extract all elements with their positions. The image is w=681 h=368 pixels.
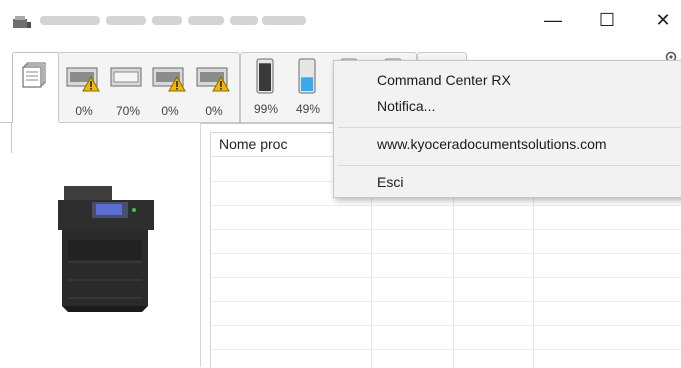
- maximize-icon: ☐: [598, 9, 616, 30]
- tray-3: 0%: [152, 62, 186, 118]
- tray-4-level: 0%: [205, 104, 223, 118]
- paper-tray-icon: [110, 67, 142, 87]
- tab-general[interactable]: [12, 52, 60, 125]
- printer-app-icon: [13, 16, 31, 28]
- tray-4: 0%: [196, 62, 230, 118]
- menu-item-exit[interactable]: Esci: [377, 171, 403, 193]
- toner-cartridge-icon: [256, 58, 274, 94]
- warning-icon: [82, 76, 100, 92]
- window-title-blurred: [40, 12, 340, 26]
- toner-black: 99%: [254, 58, 278, 116]
- toner-cyan: 49%: [296, 58, 320, 116]
- menu-item-website[interactable]: www.kyoceradocumentsolutions.com: [377, 133, 607, 155]
- tray-2-level: 70%: [115, 104, 141, 118]
- tray-2: 70%: [110, 62, 142, 118]
- close-button[interactable]: ✕: [640, 6, 681, 34]
- toner-cyan-level: 49%: [295, 102, 321, 116]
- pages-stack-icon: [22, 62, 46, 88]
- pane-splitter[interactable]: [200, 123, 201, 367]
- tray-1-level: 0%: [75, 104, 93, 118]
- toner-cyan-fill: [301, 77, 313, 91]
- toner-black-level: 99%: [253, 102, 279, 116]
- toner-cartridge-icon: [298, 58, 316, 94]
- menu-separator: [338, 127, 681, 128]
- printer-icon: [58, 186, 154, 312]
- minimize-button[interactable]: —: [530, 6, 576, 34]
- tray-3-level: 0%: [161, 104, 179, 118]
- title-bar[interactable]: — ☐ ✕: [0, 0, 681, 40]
- toner-black-fill: [259, 63, 271, 91]
- minimize-icon: —: [544, 9, 562, 30]
- warning-icon: [212, 76, 230, 92]
- close-icon: ✕: [655, 9, 671, 30]
- menu-item-command-center[interactable]: Command Center RX: [377, 69, 511, 91]
- menu-separator: [338, 165, 681, 166]
- context-menu: Command Center RX Notifica... www.kyocer…: [333, 60, 681, 198]
- tray-1: 0%: [66, 62, 100, 118]
- warning-icon: [168, 76, 186, 92]
- maximize-button[interactable]: ☐: [584, 6, 630, 34]
- menu-item-notifications[interactable]: Notifica...: [377, 95, 435, 117]
- column-header-job-name[interactable]: Nome proc: [219, 136, 287, 152]
